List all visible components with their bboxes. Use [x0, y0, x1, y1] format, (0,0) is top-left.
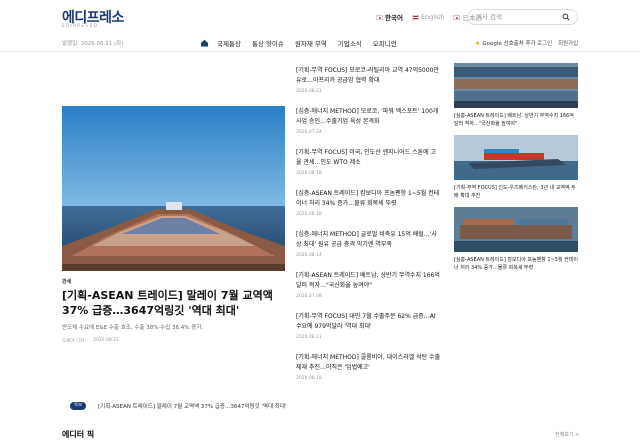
list-item-date: 2026.08.18 — [296, 212, 322, 217]
ticker-headline[interactable]: [기획-ASEAN 트레이드] 말레이 7월 교역액 37% 급증…3647억링… — [98, 402, 286, 410]
list-item-date: 2026.08.14 — [296, 253, 322, 258]
lead-article-meta: 오세야 기자 2026.08.21 — [62, 338, 119, 344]
nav-item-raw-materials[interactable]: 원자재 무역 — [295, 38, 327, 48]
issue-date: 발행일: 2026.08.11 (화) — [62, 41, 124, 47]
list-item-date: 2026.07.24 — [296, 130, 322, 135]
us-flag-icon — [411, 14, 419, 20]
list-item[interactable]: [기획-에너지 METHOD] 콜롬비아, 대이스라엘 석탄 수출 제재 추진…… — [296, 353, 441, 381]
search-box — [467, 9, 578, 25]
thumb-article-title[interactable]: [심층-ASEAN 트레이드] 캄보디아 프놈펜항 1~5월 컨테이너 처리 3… — [454, 256, 578, 272]
thumb-article[interactable]: [심층-ASEAN 트레이드] 베트남, 상반기 무역수지 166억 달러 적자… — [454, 63, 578, 128]
list-item-title[interactable]: [기획-ASEAN 트레이드] 베트남, 상반기 무역수지 166억 달러 적자… — [296, 271, 441, 291]
site-logo-subtitle: EDIPRESSO — [62, 23, 99, 28]
search-icon[interactable] — [562, 13, 570, 21]
top-header: 에디프레소 EDIPRESSO 한국어 English 日本語 — [0, 0, 640, 32]
thumb-article-title[interactable]: [심층-ASEAN 트레이드] 베트남, 상반기 무역수지 166억 달러 적자… — [454, 112, 578, 128]
list-item[interactable]: [심층-에너지 METHOD] 모로코, '파워 엑스포트' 100개 사업 승… — [296, 107, 441, 135]
lead-article-title[interactable]: [기획-ASEAN 트레이드] 말레이 7월 교역액 37% 급증…3647억링… — [62, 288, 284, 318]
list-item[interactable]: [기획-무역 FOCUS] 대만 7월 수출주문 62% 급증…AI 수요에 9… — [296, 312, 441, 340]
lead-article-category[interactable]: 관세 — [62, 278, 71, 285]
nav-item-opinion[interactable]: 오피니언 — [373, 38, 397, 48]
home-icon[interactable] — [200, 39, 209, 47]
thumb-article-image[interactable] — [454, 63, 578, 108]
thumb-article-image[interactable] — [454, 135, 578, 180]
lang-label: English — [420, 13, 445, 21]
list-item-date: 2026.08.21 — [296, 89, 322, 94]
thumb-article[interactable]: [기획-무역 FOCUS] 인도-우즈베키스탄, 3년 내 교역액 두 배 확대… — [454, 135, 578, 200]
list-item[interactable]: [심층-ASEAN 트레이드] 캄보디아 프놈펜항 1~5월 컨테이너 처리 3… — [296, 189, 441, 217]
lead-article-image[interactable] — [62, 106, 285, 271]
lead-article-summary: 반도체 수요에 E&E 수출 호조, 수출 38%·수입 36.4% 증가. — [62, 325, 204, 331]
category-nav: 국제통상 통상 핫이슈 원자재 무역 기업소식 오피니언 — [200, 38, 408, 48]
signup-link[interactable]: 회원가입 — [558, 39, 578, 47]
google-preferred-source-button[interactable]: ★ Google 선호출처 추가 — [475, 39, 536, 48]
nav-item-trade-hot-issues[interactable]: 통상 핫이슈 — [252, 38, 284, 48]
thumb-article-image[interactable] — [454, 207, 578, 252]
section-title-editor-pick: 에디터 픽 — [62, 430, 95, 439]
list-item[interactable]: [심층-에너지 METHOD] 글로벌 비축유 15억 배럴…'사상 최대' 원… — [296, 230, 441, 258]
lang-english[interactable]: English — [411, 13, 445, 21]
thumb-article[interactable]: [심층-ASEAN 트레이드] 캄보디아 프놈펜항 1~5월 컨테이너 처리 3… — [454, 207, 578, 272]
list-item-date: 2026.08.18 — [296, 171, 322, 176]
list-item-title[interactable]: [심층-ASEAN 트레이드] 캄보디아 프놈펜항 1~5월 컨테이너 처리 3… — [296, 189, 441, 209]
thumb-article-title[interactable]: [기획-무역 FOCUS] 인도-우즈베키스탄, 3년 내 교역액 두 배 확대… — [454, 184, 578, 200]
japan-flag-icon — [453, 14, 461, 20]
list-item-title[interactable]: [심층-에너지 METHOD] 글로벌 비축유 15억 배럴…'사상 최대' 원… — [296, 230, 441, 250]
breaking-news-ticker[interactable]: 속보 [기획-ASEAN 트레이드] 말레이 7월 교역액 37% 급증…364… — [62, 398, 578, 414]
list-item-title[interactable]: [기획-에너지 METHOD] 콜롬비아, 대이스라엘 석탄 수출 제재 추진…… — [296, 353, 441, 373]
lang-korean[interactable]: 한국어 — [376, 12, 403, 22]
korea-flag-icon — [376, 14, 383, 20]
list-item-date: 2026.08.21 — [296, 335, 322, 340]
list-item-title[interactable]: [심층-에너지 METHOD] 모로코, '파워 엑스포트' 100개 사업 승… — [296, 107, 441, 127]
view-all-link[interactable]: 전체보기 > — [555, 431, 579, 438]
list-item-title[interactable]: [기획-무역 FOCUS] 미국, 인도산 엔지니어드 스톤에 고율 관세…인도… — [296, 148, 441, 168]
lead-article-date: 2026.08.21 — [93, 338, 119, 343]
list-item[interactable]: [기획-무역 FOCUS] 미국, 인도산 엔지니어드 스톤에 고율 관세…인도… — [296, 148, 441, 176]
list-item-title[interactable]: [기획-무역 FOCUS] 모로코-라틸리아 교역 47억5000만유로…아프리… — [296, 66, 441, 86]
breaking-badge: 속보 — [70, 402, 86, 410]
list-item[interactable]: [기획-ASEAN 트레이드] 베트남, 상반기 무역수지 166억 달러 적자… — [296, 271, 441, 299]
login-link[interactable]: 로그인 — [537, 39, 552, 47]
nav-item-international-trade[interactable]: 국제통상 — [217, 38, 241, 48]
google-pref-label: Google 선호출처 추가 — [482, 41, 536, 47]
list-item-title[interactable]: [기획-무역 FOCUS] 대만 7월 수출주문 62% 급증…AI 수요에 9… — [296, 312, 441, 332]
main-navbar: 발행일: 2026.08.11 (화) 국제통상 통상 핫이슈 원자재 무역 기… — [0, 32, 640, 52]
list-item-date: 2026.07.08 — [296, 294, 322, 299]
nav-item-corporate-news[interactable]: 기업소식 — [338, 38, 362, 48]
search-input[interactable] — [476, 12, 556, 22]
star-icon: ★ — [475, 39, 481, 47]
lang-label: 한국어 — [385, 14, 403, 22]
list-item-date: 2026.08.18 — [296, 376, 322, 381]
lead-article-author: 오세야 기자 — [62, 339, 85, 344]
list-item[interactable]: [기획-무역 FOCUS] 모로코-라틸리아 교역 47억5000만유로…아프리… — [296, 66, 441, 94]
